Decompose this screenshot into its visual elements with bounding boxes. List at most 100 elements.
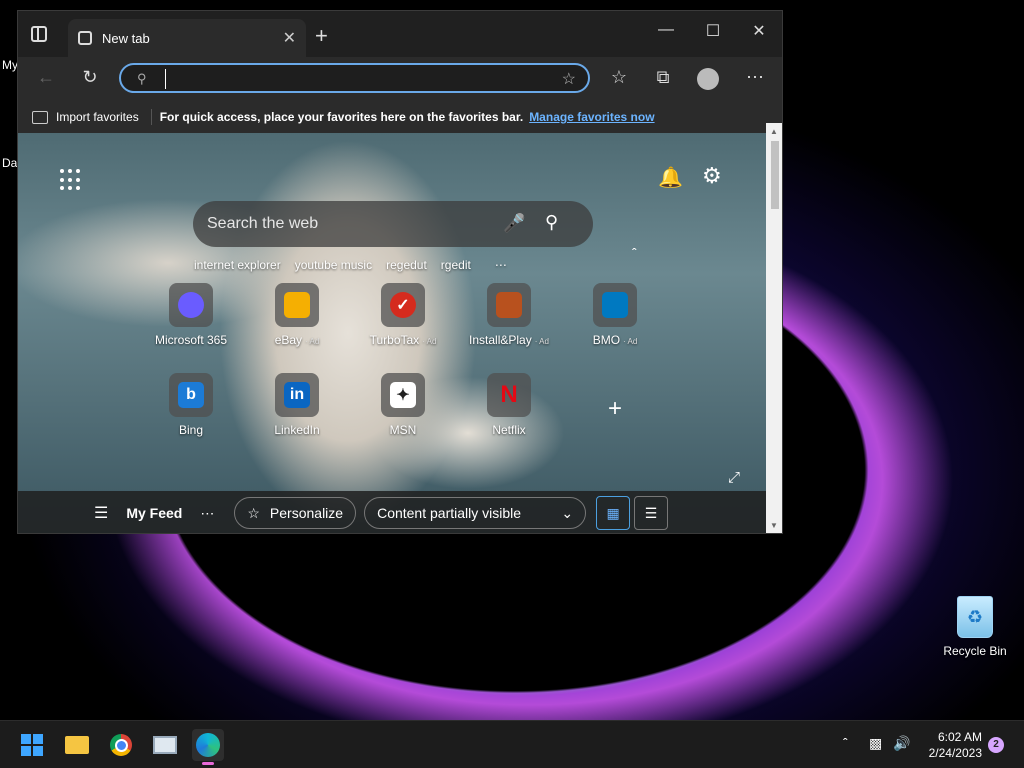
- recycle-bin-shortcut[interactable]: ♻ Recycle Bin: [942, 596, 1008, 658]
- recent-search-item[interactable]: internet explorer: [194, 258, 281, 272]
- chevron-down-icon: ⌄: [561, 504, 574, 521]
- install-play-game-icon: [496, 292, 522, 318]
- netflix-icon: N: [500, 381, 518, 408]
- msn-icon: ✦: [390, 382, 416, 408]
- recycle-bin-label: Recycle Bin: [943, 644, 1007, 658]
- settings-more-icon[interactable]: ⋯: [743, 67, 767, 88]
- recycle-bin-icon: ♻: [957, 596, 993, 638]
- tile-label: Bing: [178, 423, 204, 437]
- clock-date: 2/24/2023: [928, 746, 982, 760]
- tile-label: BMO: [592, 333, 621, 347]
- turbotax-check-icon: ✓: [390, 292, 416, 318]
- tile-label: TurboTax: [369, 333, 420, 347]
- file-explorer-button[interactable]: [61, 729, 93, 761]
- taskbar: ˆ ▩ 🔊 6:02 AM 2/24/2023 2: [0, 720, 1024, 768]
- scroll-down-icon[interactable]: ▼: [770, 521, 778, 530]
- web-search-input[interactable]: [207, 213, 487, 235]
- content-visibility-dropdown[interactable]: Content partially visible ⌄: [364, 497, 587, 529]
- quick-link-tile[interactable]: b Bing: [138, 373, 244, 445]
- collections-icon[interactable]: ⧉: [651, 67, 675, 88]
- app-launcher-icon[interactable]: [60, 169, 82, 191]
- my-feed-tab[interactable]: My Feed: [126, 505, 182, 521]
- close-tab-icon[interactable]: ✕: [283, 28, 296, 48]
- tile-label: Install&Play: [469, 333, 532, 347]
- start-icon: [21, 734, 43, 756]
- file-explorer-icon: [65, 736, 89, 754]
- manage-favorites-link[interactable]: Manage favorites now: [529, 110, 654, 124]
- start-button[interactable]: [16, 729, 48, 761]
- refresh-icon[interactable]: ↻: [78, 67, 102, 88]
- new-tab-page: 🔔 ⚙ 🎤 ⚲ internet explorer youtube music …: [18, 133, 766, 533]
- volume-icon[interactable]: 🔊: [893, 735, 910, 752]
- feed-toolbar: ☰ My Feed ⋯ ☆ Personalize Content partia…: [18, 491, 766, 533]
- system-clock[interactable]: 6:02 AM 2/24/2023: [918, 729, 982, 761]
- quick-link-tile[interactable]: BMO · Ad: [562, 283, 668, 355]
- feed-more-icon[interactable]: ⋯: [200, 505, 214, 522]
- edge-button[interactable]: [192, 729, 224, 765]
- quick-link-tile[interactable]: eBay · Ad: [244, 283, 350, 355]
- plus-icon: +: [607, 395, 622, 422]
- recent-search-item[interactable]: youtube music: [295, 258, 372, 272]
- more-recent-searches-icon[interactable]: ⋯: [495, 258, 507, 272]
- content-visibility-value: Content partially visible: [377, 505, 522, 521]
- profile-avatar[interactable]: [697, 68, 719, 90]
- quick-link-tile[interactable]: ✓ TurboTax · Ad: [350, 283, 456, 355]
- scrollbar-thumb[interactable]: [771, 141, 779, 209]
- tab-new-tab[interactable]: New tab ✕: [68, 19, 306, 57]
- show-hidden-icons-chevron-icon[interactable]: ˆ: [843, 735, 848, 751]
- quick-link-tile[interactable]: in LinkedIn: [244, 373, 350, 445]
- bmo-logo-icon: [602, 292, 628, 318]
- ad-badge: · Ad: [305, 337, 320, 346]
- feed-menu-icon[interactable]: ☰: [94, 503, 108, 523]
- list-view-button[interactable]: ☰: [634, 496, 669, 530]
- address-bar[interactable]: ⚲ ☆: [119, 63, 590, 93]
- ad-badge: · Ad: [534, 337, 549, 346]
- network-icon[interactable]: ▩: [869, 735, 882, 752]
- edge-icon: [196, 733, 220, 757]
- collapse-chevron-up-icon[interactable]: ˆ: [632, 245, 637, 261]
- tab-actions-icon[interactable]: [31, 26, 47, 42]
- grid-view-icon: ▦: [606, 504, 620, 521]
- web-search-box[interactable]: 🎤 ⚲: [193, 201, 593, 247]
- favorites-icon[interactable]: ☆: [607, 67, 631, 88]
- favorites-hint: For quick access, place your favorites h…: [159, 110, 524, 124]
- quick-link-tile[interactable]: N Netflix: [456, 373, 562, 445]
- maximize-button[interactable]: ☐: [690, 21, 736, 41]
- new-tab-button[interactable]: +: [315, 23, 328, 49]
- page-scrollbar[interactable]: ▲ ▼: [766, 123, 782, 533]
- address-input[interactable]: [165, 69, 545, 89]
- add-favorite-star-icon[interactable]: ☆: [562, 69, 576, 89]
- quick-link-tile[interactable]: ✦ MSN: [350, 373, 456, 445]
- import-favorites-button[interactable]: Import favorites: [32, 110, 139, 124]
- monitor-app-button[interactable]: [149, 729, 181, 761]
- import-favorites-label: Import favorites: [56, 110, 139, 124]
- notifications-bell-icon[interactable]: 🔔: [658, 165, 683, 190]
- new-tab-favicon-icon: [78, 31, 92, 45]
- tab-title: New tab: [102, 30, 150, 46]
- close-window-button[interactable]: ✕: [736, 21, 782, 41]
- notification-badge[interactable]: 2: [988, 737, 1004, 753]
- minimize-button[interactable]: —: [643, 21, 689, 39]
- quick-links: Microsoft 365 eBay · Ad ✓ TurboTax · Ad In…: [138, 283, 678, 445]
- recent-search-item[interactable]: regedut: [386, 258, 427, 272]
- linkedin-icon: in: [284, 382, 310, 408]
- personalize-star-icon: ☆: [247, 504, 260, 521]
- expand-icon[interactable]: ⤢: [728, 469, 740, 486]
- scroll-up-icon[interactable]: ▲: [770, 127, 778, 136]
- bing-icon: b: [178, 382, 204, 408]
- desktop-icon-label-partial[interactable]: My: [2, 58, 18, 72]
- search-submit-icon[interactable]: ⚲: [545, 212, 558, 233]
- recent-search-item[interactable]: rgedit: [441, 258, 471, 272]
- browser-window: New tab ✕ + — ☐ ✕ ← ↻ ⚲ ☆ ☆ ⧉ ⋯ Import f…: [17, 10, 783, 534]
- add-quick-link-button[interactable]: +: [562, 373, 668, 445]
- page-settings-gear-icon[interactable]: ⚙: [702, 163, 722, 189]
- chrome-button[interactable]: [105, 729, 137, 761]
- desktop-icon-label-partial[interactable]: Da: [2, 156, 17, 170]
- quick-link-tile[interactable]: Install&Play · Ad: [456, 283, 562, 355]
- tile-label: LinkedIn: [274, 423, 320, 437]
- quick-link-tile[interactable]: Microsoft 365: [138, 283, 244, 355]
- personalize-button[interactable]: ☆ Personalize: [234, 497, 357, 529]
- grid-view-button[interactable]: ▦: [596, 496, 631, 530]
- microphone-icon[interactable]: 🎤: [503, 213, 525, 234]
- back-arrow-icon[interactable]: ←: [34, 67, 58, 88]
